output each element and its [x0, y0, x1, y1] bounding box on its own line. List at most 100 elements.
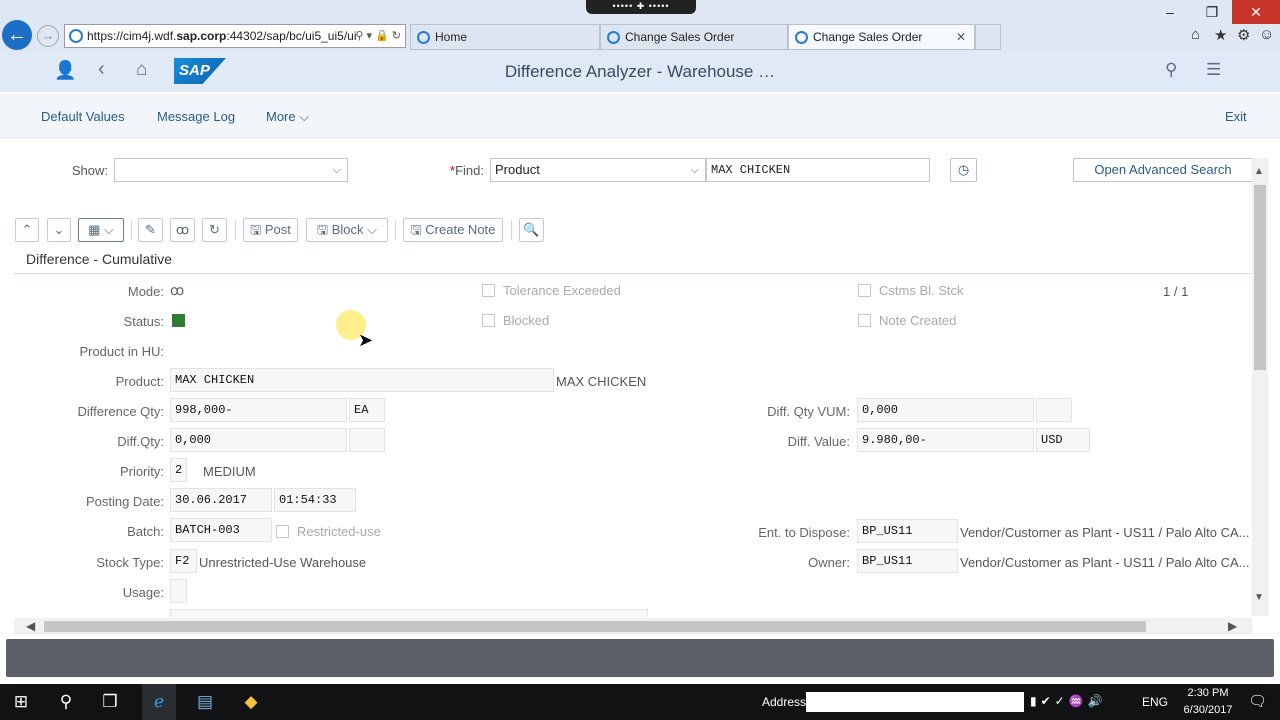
scroll-right-icon[interactable]: ▶	[1228, 619, 1237, 633]
task-view-icon[interactable]: ❐	[96, 684, 124, 720]
notifications-icon[interactable]: ☰	[1206, 60, 1221, 80]
close-window-button[interactable]: ✕	[1232, 0, 1280, 24]
search-icon[interactable]: ⚲	[1165, 60, 1177, 80]
chevron-down-icon: ⌵	[299, 109, 310, 124]
url-prefix: https://cim4j.wdf.	[87, 29, 177, 43]
system-tray-icons[interactable]: ▮✔✓♒🔊	[1030, 694, 1107, 708]
language-indicator[interactable]: ENG	[1142, 695, 1168, 709]
refresh-icon[interactable]: ↻	[202, 218, 227, 242]
edit-pencil-icon[interactable]: ✎	[138, 218, 163, 242]
posting-time-field[interactable]: 01:54:33	[274, 488, 356, 512]
next-down-icon[interactable]: ⌄	[47, 218, 71, 242]
open-advanced-search-button[interactable]: Open Advanced Search	[1073, 158, 1253, 182]
stock-type-field[interactable]: F2	[170, 549, 197, 573]
difference-qty-field[interactable]: 998,000-	[170, 398, 347, 422]
batch-field[interactable]: BATCH-003	[170, 518, 272, 542]
diff-qty-vum-field[interactable]: 0,000	[857, 398, 1034, 422]
find-type-select[interactable]: Product ⌵	[490, 158, 706, 182]
diff-qty-vum-unit[interactable]	[1036, 398, 1072, 422]
tab-change-sales-order-active[interactable]: Change Sales Order ✕	[788, 24, 975, 50]
minimize-button[interactable]: –	[1150, 0, 1190, 24]
posting-date-field[interactable]: 30.06.2017	[170, 488, 272, 512]
horizontal-scroll-thumb[interactable]	[44, 621, 1146, 632]
tolerance-exceeded-checkbox[interactable]	[482, 284, 495, 297]
home-nav-icon[interactable]: ⌂	[136, 59, 147, 81]
note-created-checkbox[interactable]	[858, 314, 871, 327]
note-created-label: Note Created	[879, 313, 957, 328]
restricted-use-label: Restricted-use	[297, 524, 381, 539]
customs-blocked-stock-checkbox[interactable]	[858, 284, 871, 297]
footer-bar	[6, 639, 1274, 677]
difference-qty-unit[interactable]: EA	[349, 398, 385, 422]
settings-gear-icon[interactable]: ⚙	[1237, 26, 1250, 44]
document-search-icon[interactable]: 🔍	[519, 218, 544, 242]
back-button[interactable]: ←	[2, 20, 32, 50]
scroll-down-icon[interactable]: ▼	[1254, 592, 1264, 603]
clock-time[interactable]: 2:30 PM	[1178, 687, 1238, 699]
address-bar[interactable]: https://cim4j.wdf.sap.corp:44302/sap/bc/…	[64, 24, 406, 48]
restore-button[interactable]: ❐	[1192, 0, 1232, 24]
block-button[interactable]: 🖫 Block ⌵	[306, 218, 388, 242]
restricted-use-checkbox[interactable]	[276, 525, 289, 538]
table-view-menu-button[interactable]: ▦ ⌵	[78, 218, 124, 242]
server-manager-icon[interactable]: ▤	[188, 684, 222, 720]
display-glasses-icon[interactable]: ꝏ	[170, 218, 195, 242]
taskbar-address-input[interactable]	[806, 692, 1024, 712]
chevron-down-icon: ⌵	[332, 164, 341, 176]
divider	[395, 220, 396, 240]
show-select[interactable]: ⌵	[114, 158, 348, 182]
page-title: Difference Analyzer - Warehouse …	[504, 62, 776, 81]
stock-type-text: Unrestricted-Use Warehouse	[199, 555, 367, 570]
default-values-button[interactable]: Default Values	[41, 109, 125, 124]
previous-up-icon[interactable]: ⌃	[15, 218, 39, 242]
favorites-star-icon[interactable]: ★	[1214, 26, 1227, 44]
owner-field[interactable]: BP_US11	[857, 549, 958, 573]
save-disk-icon: 🖫	[250, 222, 262, 237]
history-icon[interactable]: ◷	[950, 158, 977, 182]
display-glasses-icon: ꝏ	[170, 282, 185, 298]
screen-toolbar[interactable]: ••••• ✚ •••••	[586, 0, 696, 14]
tab-change-sales-order[interactable]: Change Sales Order	[600, 24, 788, 50]
internet-explorer-icon[interactable]: ℯ	[142, 684, 176, 720]
owner-text: Vendor/Customer as Plant - US11 / Palo A…	[960, 555, 1250, 570]
scroll-up-icon[interactable]: ▲	[1254, 166, 1264, 177]
blocked-checkbox[interactable]	[482, 314, 495, 327]
product-field[interactable]: MAX CHICKEN	[170, 368, 554, 392]
url-suffix: :44302/sap/bc/ui5_ui5/ui	[226, 29, 357, 43]
user-icon[interactable]: 👤	[54, 60, 76, 81]
clock-date[interactable]: 6/30/2017	[1174, 704, 1242, 716]
windows-start-icon[interactable]: ⊞	[6, 684, 36, 720]
more-button[interactable]: More ⌵	[266, 109, 309, 125]
post-label: Post	[264, 222, 291, 237]
stock-type-label: Stock Type:	[96, 555, 164, 570]
vertical-scroll-thumb[interactable]	[1254, 185, 1266, 370]
notifications-icon[interactable]: 🗨	[1248, 692, 1267, 710]
close-tab-icon[interactable]: ✕	[956, 25, 966, 49]
diff-qty-unit[interactable]	[349, 428, 385, 452]
new-tab-button[interactable]	[975, 24, 1001, 50]
usage-field[interactable]	[170, 579, 187, 603]
sap-logon-icon[interactable]: ◆	[234, 684, 268, 720]
diff-qty-field[interactable]: 0,000	[170, 428, 347, 452]
feedback-smiley-icon[interactable]: ☺	[1259, 26, 1274, 43]
post-button[interactable]: 🖫 Post	[243, 218, 298, 242]
back-nav-icon[interactable]: ‹	[98, 58, 105, 81]
block-label: Block	[331, 222, 364, 237]
status-indicator	[172, 314, 185, 327]
diff-value-field[interactable]: 9.980,00-	[857, 428, 1034, 452]
tab-home[interactable]: Home	[410, 24, 600, 50]
priority-field[interactable]: 2	[170, 458, 187, 482]
forward-button[interactable]: →	[37, 25, 59, 47]
create-note-button[interactable]: 🖫 Create Note	[403, 218, 503, 242]
message-log-button[interactable]: Message Log	[157, 109, 235, 124]
entitled-to-dispose-field[interactable]: BP_US11	[857, 519, 958, 543]
address-tools-icon[interactable]: ⚲ ▾ 🔒 ↻	[355, 25, 401, 47]
find-value-input[interactable]: MAX CHICKEN	[706, 158, 930, 182]
ie-icon	[417, 31, 430, 44]
scroll-left-icon[interactable]: ◀	[26, 619, 35, 633]
batch-label: Batch:	[127, 524, 164, 539]
search-icon[interactable]: ⚲	[52, 684, 80, 720]
home-icon[interactable]: ⌂	[1191, 26, 1200, 43]
diff-value-currency[interactable]: USD	[1036, 428, 1090, 452]
exit-button[interactable]: Exit	[1225, 109, 1247, 124]
